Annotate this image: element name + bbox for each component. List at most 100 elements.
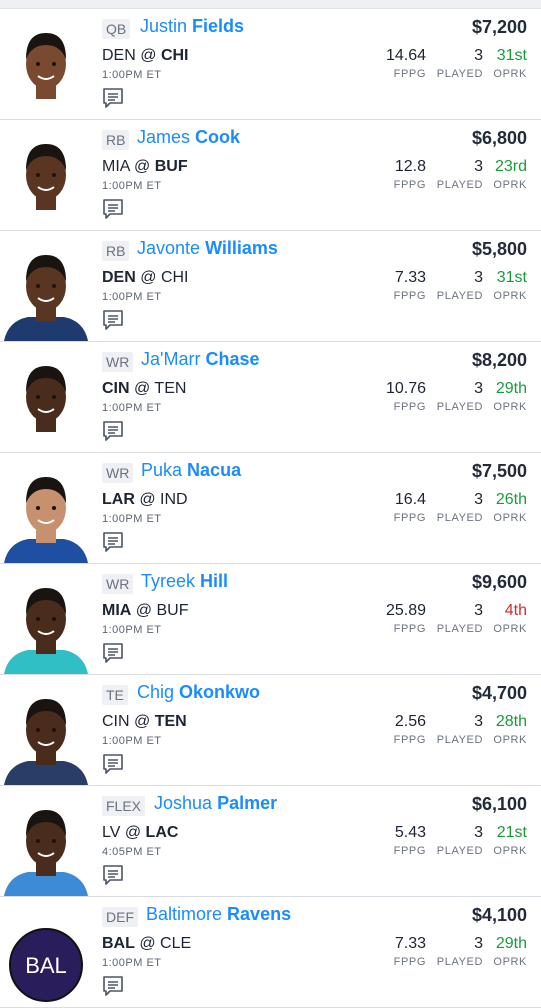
played-value: 3	[474, 713, 483, 730]
oprk-stat: 29th OPRK	[493, 380, 527, 413]
fppg-label: FPPG	[393, 401, 426, 413]
team-abbr: LAR	[102, 491, 135, 508]
player-row[interactable]: TE Chig Okonkwo $4,700 CIN @ TEN 1:00PM ET 2.…	[0, 675, 541, 786]
news-note-icon[interactable]	[102, 864, 124, 886]
player-row[interactable]: RB Javonte Williams $5,800 DEN @ CHI 1:00PM …	[0, 231, 541, 342]
player-row[interactable]: WR Puka Nacua $7,500 LAR @ IND 1:00PM ET 16.4…	[0, 453, 541, 564]
news-note-icon[interactable]	[102, 87, 124, 109]
opponent-abbr: BUF	[154, 158, 188, 175]
played-value: 3	[474, 269, 483, 286]
player-row[interactable]: RB James Cook $6,800 MIA @ BUF 1:00PM ET 12.8…	[0, 120, 541, 231]
player-name-link[interactable]: Puka Nacua	[141, 460, 241, 481]
fppg-label: FPPG	[393, 734, 426, 746]
at-separator: @	[140, 269, 157, 286]
matchup: MIA @ BUF	[102, 158, 188, 176]
fppg-value: 10.76	[385, 380, 426, 397]
player-name-link[interactable]: Chig Okonkwo	[137, 682, 260, 703]
salary: $7,500	[471, 461, 527, 481]
played-label: PLAYED	[436, 623, 483, 635]
opponent-abbr: CHI	[160, 47, 189, 64]
fppg-value: 2.56	[394, 713, 426, 730]
at-separator: @	[139, 491, 156, 508]
matchup: BAL @ CLE	[102, 935, 191, 953]
news-note-icon[interactable]	[102, 753, 124, 775]
game-time: 1:00PM ET	[102, 957, 162, 969]
oprk-stat: 26th OPRK	[493, 491, 527, 524]
played-label: PLAYED	[436, 956, 483, 968]
player-name-link[interactable]: Ja'Marr Chase	[141, 349, 260, 370]
player-name-link[interactable]: Javonte Williams	[137, 238, 278, 259]
player-name-link[interactable]: Justin Fields	[140, 16, 244, 37]
player-name-link[interactable]: Joshua Palmer	[154, 793, 277, 814]
news-note-icon[interactable]	[102, 975, 124, 997]
fppg-stat: 7.33 FPPG	[394, 935, 426, 968]
position-badge: WR	[102, 463, 134, 483]
oprk-value: 4th	[504, 602, 527, 619]
salary: $8,200	[471, 350, 527, 370]
played-stat: 3 PLAYED	[437, 713, 483, 746]
news-note-icon[interactable]	[102, 309, 124, 331]
player-headshot	[0, 685, 92, 785]
matchup: CIN @ TEN	[102, 713, 187, 731]
position-badge: QB	[102, 19, 131, 39]
player-headshot	[0, 463, 92, 563]
at-separator: @	[135, 602, 153, 619]
at-separator: @	[140, 47, 157, 64]
at-separator: @	[134, 713, 151, 730]
matchup: MIA @ BUF	[102, 602, 188, 620]
player-row[interactable]: FLEX Joshua Palmer $6,100 LV @ LAC 4:05PM ET…	[0, 786, 541, 897]
played-stat: 3 PLAYED	[437, 158, 483, 191]
oprk-value: 21st	[496, 824, 527, 841]
player-row[interactable]: QB Justin Fields $7,200 DEN @ CHI 1:00PM ET 1…	[0, 9, 541, 120]
player-row[interactable]: BAL DEF Baltimore Ravens $4,100 BAL @ CLE 1:0…	[0, 897, 541, 1008]
player-headshot	[0, 574, 92, 674]
oprk-stat: 21st OPRK	[493, 824, 527, 857]
game-time: 1:00PM ET	[102, 624, 162, 636]
at-separator: @	[134, 380, 151, 397]
news-note-icon[interactable]	[102, 531, 124, 553]
oprk-stat: 23rd OPRK	[493, 158, 527, 191]
fppg-stat: 25.89 FPPG	[386, 602, 426, 635]
player-headshot	[0, 130, 92, 230]
oprk-stat: 4th OPRK	[493, 602, 527, 635]
played-stat: 3 PLAYED	[437, 602, 483, 635]
played-label: PLAYED	[436, 401, 483, 413]
first-name: Javonte	[137, 238, 201, 258]
played-stat: 3 PLAYED	[437, 491, 483, 524]
fppg-value: 25.89	[385, 602, 426, 619]
game-time: 1:00PM ET	[102, 180, 162, 192]
player-row[interactable]: WR Ja'Marr Chase $8,200 CIN @ TEN 1:00PM ET 1…	[0, 342, 541, 453]
team-abbr: CIN	[102, 713, 130, 730]
team-abbr: BAL	[102, 935, 135, 952]
player-name-link[interactable]: Tyreek Hill	[141, 571, 228, 592]
salary: $6,800	[471, 128, 527, 148]
played-label: PLAYED	[436, 68, 483, 80]
fppg-value: 16.4	[394, 491, 426, 508]
last-name: Cook	[195, 127, 241, 147]
played-value: 3	[474, 158, 483, 175]
news-note-icon[interactable]	[102, 420, 124, 442]
at-separator: @	[124, 824, 142, 841]
opponent-abbr: TEN	[154, 713, 187, 730]
fppg-label: FPPG	[393, 179, 426, 191]
oprk-stat: 31st OPRK	[493, 47, 527, 80]
opponent-abbr: CLE	[160, 935, 192, 952]
player-name-link[interactable]: James Cook	[137, 127, 240, 148]
position-badge: WR	[102, 574, 134, 594]
first-name: Baltimore	[146, 904, 223, 924]
first-name: Chig	[137, 682, 175, 702]
game-time: 4:05PM ET	[102, 846, 162, 858]
oprk-stat: 28th OPRK	[493, 713, 527, 746]
oprk-value: 26th	[495, 491, 527, 508]
fppg-stat: 12.8 FPPG	[394, 158, 426, 191]
oprk-label: OPRK	[493, 512, 527, 524]
news-note-icon[interactable]	[102, 198, 124, 220]
player-name-link[interactable]: Baltimore Ravens	[146, 904, 291, 925]
oprk-value: 29th	[495, 380, 527, 397]
last-name: Hill	[200, 571, 229, 591]
game-time: 1:00PM ET	[102, 291, 162, 303]
played-value: 3	[474, 824, 483, 841]
oprk-value: 31st	[496, 269, 527, 286]
news-note-icon[interactable]	[102, 642, 124, 664]
player-row[interactable]: WR Tyreek Hill $9,600 MIA @ BUF 1:00PM ET 25.…	[0, 564, 541, 675]
